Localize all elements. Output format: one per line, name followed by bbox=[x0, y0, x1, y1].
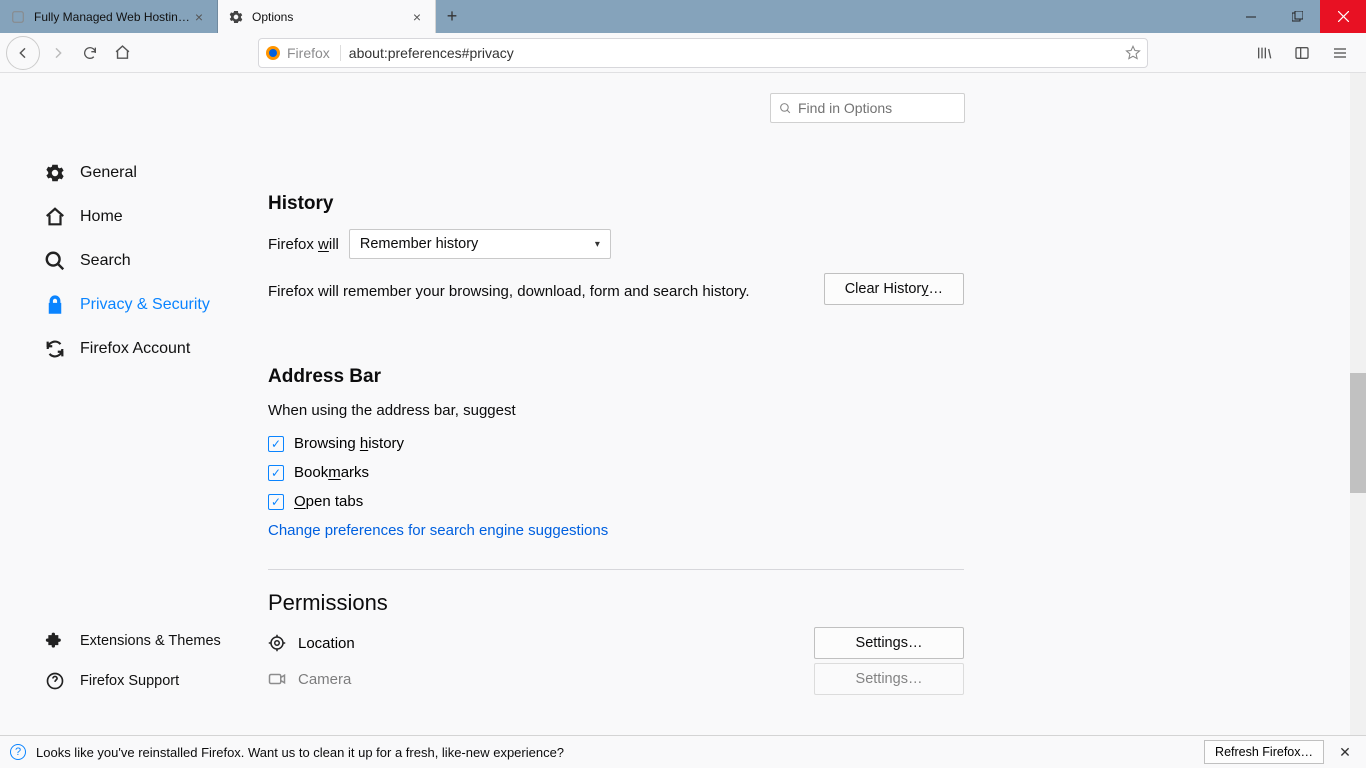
search-placeholder: Find in Options bbox=[798, 100, 892, 116]
url-bar[interactable]: Firefox about:preferences#privacy bbox=[258, 38, 1148, 68]
sidebar-item-general[interactable]: General bbox=[44, 151, 244, 195]
suggest-opentabs-row[interactable]: ✓ Open tabs bbox=[268, 493, 964, 510]
nav-toolbar: Firefox about:preferences#privacy bbox=[0, 33, 1366, 73]
checkbox-label: Browsing history bbox=[294, 435, 404, 452]
checkbox-checked-icon[interactable]: ✓ bbox=[268, 436, 284, 452]
lock-icon bbox=[44, 294, 66, 316]
new-tab-button[interactable]: + bbox=[436, 0, 468, 33]
divider bbox=[268, 569, 964, 570]
addressbar-description: When using the address bar, suggest bbox=[268, 402, 964, 419]
home-button[interactable] bbox=[106, 37, 138, 69]
sidebar-item-label: Extensions & Themes bbox=[80, 633, 221, 649]
search-suggestions-link[interactable]: Change preferences for search engine sug… bbox=[268, 522, 964, 539]
close-icon[interactable]: × bbox=[191, 9, 207, 25]
close-icon[interactable]: × bbox=[409, 9, 425, 25]
close-icon[interactable]: ✕ bbox=[1334, 741, 1356, 763]
checkbox-label: Bookmarks bbox=[294, 464, 369, 481]
main-panel: History Firefox will Remember history ▾ … bbox=[268, 193, 964, 688]
tab-title: Fully Managed Web Hosting USA | bbox=[34, 10, 191, 24]
sidebar-item-label: Privacy & Security bbox=[80, 296, 210, 314]
clear-history-button[interactable]: Clear History… bbox=[824, 273, 964, 305]
maximize-button[interactable] bbox=[1274, 0, 1320, 33]
permissions-heading: Permissions bbox=[268, 590, 964, 616]
sidebar-bottom: Extensions & Themes Firefox Support bbox=[44, 621, 264, 701]
checkbox-checked-icon[interactable]: ✓ bbox=[268, 465, 284, 481]
history-heading: History bbox=[268, 193, 964, 215]
sidebar-item-account[interactable]: Firefox Account bbox=[44, 327, 244, 371]
history-mode-select[interactable]: Remember history ▾ bbox=[349, 229, 611, 259]
chevron-down-icon: ▾ bbox=[595, 239, 600, 250]
notification-text: Looks like you've reinstalled Firefox. W… bbox=[36, 745, 564, 760]
history-mode-label: Firefox will bbox=[268, 236, 339, 253]
sidebar-item-label: Firefox Account bbox=[80, 340, 190, 358]
addressbar-heading: Address Bar bbox=[268, 366, 964, 388]
titlebar: Fully Managed Web Hosting USA | × Option… bbox=[0, 0, 1366, 33]
sidebar-item-privacy[interactable]: Privacy & Security bbox=[44, 283, 244, 327]
tab-title: Options bbox=[252, 10, 409, 24]
suggest-bookmarks-row[interactable]: ✓ Bookmarks bbox=[268, 464, 964, 481]
identity-box[interactable]: Firefox bbox=[265, 45, 341, 61]
reload-button[interactable] bbox=[74, 37, 106, 69]
tab-active[interactable]: Options × bbox=[218, 0, 436, 33]
minimize-button[interactable] bbox=[1228, 0, 1274, 33]
page-icon bbox=[10, 9, 26, 25]
sidebar-item-home[interactable]: Home bbox=[44, 195, 244, 239]
close-window-button[interactable] bbox=[1320, 0, 1366, 33]
permission-label: Camera bbox=[298, 671, 351, 688]
camera-icon bbox=[268, 670, 286, 688]
permission-label: Location bbox=[298, 635, 355, 652]
question-icon: ? bbox=[10, 744, 26, 760]
camera-settings-button[interactable]: Settings… bbox=[814, 663, 964, 695]
sync-icon bbox=[44, 338, 66, 360]
select-value: Remember history bbox=[360, 236, 478, 252]
sidebar-item-support[interactable]: Firefox Support bbox=[44, 661, 264, 701]
question-icon bbox=[44, 670, 66, 692]
location-icon bbox=[268, 634, 286, 652]
search-input[interactable]: Find in Options bbox=[770, 93, 965, 123]
scrollbar-thumb[interactable] bbox=[1350, 373, 1366, 493]
notification-bar: ? Looks like you've reinstalled Firefox.… bbox=[0, 735, 1366, 768]
category-sidebar: General Home Search Privacy & Security F… bbox=[44, 151, 244, 371]
sidebar-button[interactable] bbox=[1286, 37, 1318, 69]
permission-row-location: Location Settings… bbox=[268, 634, 964, 652]
menu-button[interactable] bbox=[1324, 37, 1356, 69]
sidebar-item-extensions[interactable]: Extensions & Themes bbox=[44, 621, 264, 661]
url-text: about:preferences#privacy bbox=[349, 45, 1125, 61]
sidebar-item-label: Search bbox=[80, 252, 131, 270]
suggest-history-row[interactable]: ✓ Browsing history bbox=[268, 435, 964, 452]
permission-row-camera: Camera Settings… bbox=[268, 670, 964, 688]
sidebar-item-label: General bbox=[80, 164, 137, 182]
puzzle-icon bbox=[44, 630, 66, 652]
library-button[interactable] bbox=[1248, 37, 1280, 69]
gear-icon bbox=[228, 9, 244, 25]
gear-icon bbox=[44, 162, 66, 184]
identity-label: Firefox bbox=[287, 45, 330, 61]
refresh-firefox-button[interactable]: Refresh Firefox… bbox=[1204, 740, 1324, 764]
sidebar-item-search[interactable]: Search bbox=[44, 239, 244, 283]
sidebar-item-label: Firefox Support bbox=[80, 673, 179, 689]
scrollbar-track[interactable] bbox=[1350, 73, 1366, 735]
forward-button[interactable] bbox=[42, 37, 74, 69]
window-controls bbox=[1228, 0, 1366, 33]
search-icon bbox=[44, 250, 66, 272]
tab-inactive[interactable]: Fully Managed Web Hosting USA | × bbox=[0, 0, 218, 33]
location-settings-button[interactable]: Settings… bbox=[814, 627, 964, 659]
firefox-icon bbox=[265, 45, 281, 61]
search-icon bbox=[779, 102, 792, 115]
bookmark-star-icon[interactable] bbox=[1125, 45, 1141, 61]
checkbox-label: Open tabs bbox=[294, 493, 363, 510]
home-icon bbox=[44, 206, 66, 228]
checkbox-checked-icon[interactable]: ✓ bbox=[268, 494, 284, 510]
sidebar-item-label: Home bbox=[80, 208, 123, 226]
back-button[interactable] bbox=[6, 36, 40, 70]
preferences-content: Find in Options General Home Search Priv… bbox=[0, 73, 1366, 735]
